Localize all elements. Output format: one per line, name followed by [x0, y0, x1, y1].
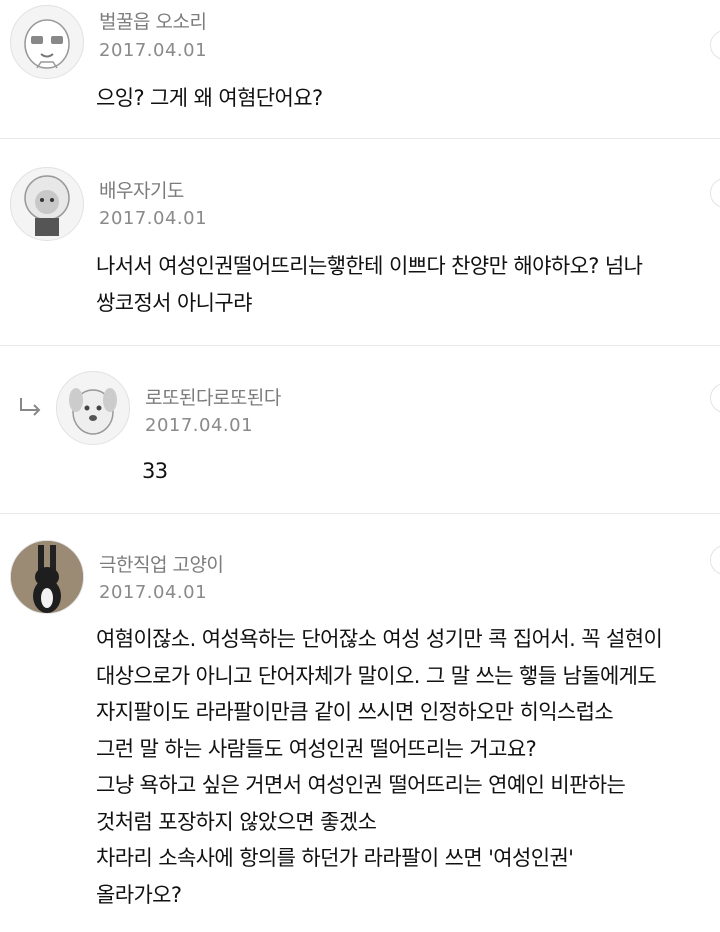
comment-username[interactable]: 로또된다로또된다	[145, 383, 281, 410]
avatar[interactable]	[10, 5, 84, 79]
comment-menu-button[interactable]	[710, 383, 720, 413]
comment-date: 2017.04.01	[145, 415, 254, 436]
divider	[0, 345, 720, 346]
comment-line: 33	[142, 459, 168, 483]
comment-body: 나서서 여성인권떨어뜨리는햏한테 이쁘다 찬양만 해야하오? 넘나 쌍코정서 아…	[96, 248, 643, 321]
honey-badger-avatar-icon	[24, 19, 70, 69]
comment-menu-button[interactable]	[710, 30, 720, 60]
divider	[0, 513, 720, 514]
comment-line: 쌍코정서 아니구랴	[96, 290, 252, 315]
comment-line: 으잉? 그게 왜 여혐단어요?	[96, 86, 323, 110]
avatar[interactable]	[10, 167, 84, 241]
comment-date: 2017.04.01	[99, 582, 208, 603]
comment-body: 33	[142, 453, 168, 490]
comment-menu-button[interactable]	[710, 178, 720, 208]
comment-line: 것처럼 포장하지 않았으면 좋겠소	[96, 809, 377, 834]
cat-avatar-icon	[11, 541, 83, 613]
comment-line: 자지팔이도 라라팔이만큼 같이 쓰시면 인정하오만 히익스럽소	[96, 700, 614, 724]
comment-username[interactable]: 극한직업 고양이	[99, 550, 224, 577]
avatar[interactable]	[10, 540, 84, 614]
avatar[interactable]	[56, 371, 130, 445]
comment-username[interactable]: 배우자기도	[99, 176, 184, 203]
comment-menu-button[interactable]	[710, 545, 720, 575]
comment-line: 올라가오?	[96, 882, 182, 907]
comment-line: 차라리 소속사에 항의를 하던가 라라팔이 쓰면 '여성인권'	[96, 846, 574, 870]
comment-body: 으잉? 그게 왜 여혐단어요?	[96, 80, 323, 117]
person-avatar-icon	[24, 175, 70, 236]
dog-avatar-icon	[69, 388, 117, 435]
comment-line: 그냥 욕하고 싶은 거면서 여성인권 떨어뜨리는 연예인 비판하는	[96, 773, 626, 797]
reply-arrow-icon	[20, 398, 41, 416]
comment-date: 2017.04.01	[99, 40, 208, 61]
comment-username[interactable]: 벌꿀읍 오소리	[99, 7, 207, 34]
divider	[0, 138, 720, 139]
comment-line: 여혐이잖소. 여성욕하는 단어잖소 여성 성기만 콕 집어서. 꼭 설현이	[96, 627, 663, 651]
comment-body: 여혐이잖소. 여성욕하는 단어잖소 여성 성기만 콕 집어서. 꼭 설현이 대상…	[96, 621, 663, 913]
comment-date: 2017.04.01	[99, 208, 208, 229]
comment-line: 그런 말 하는 사람들도 여성인권 떨어뜨리는 거고요?	[96, 736, 537, 761]
comment-line: 대상으로가 아니고 단어자체가 말이오. 그 말 쓰는 햏들 남돌에게도	[96, 663, 657, 688]
comment-line: 나서서 여성인권떨어뜨리는햏한테 이쁘다 찬양만 해야하오? 넘나	[96, 254, 643, 278]
